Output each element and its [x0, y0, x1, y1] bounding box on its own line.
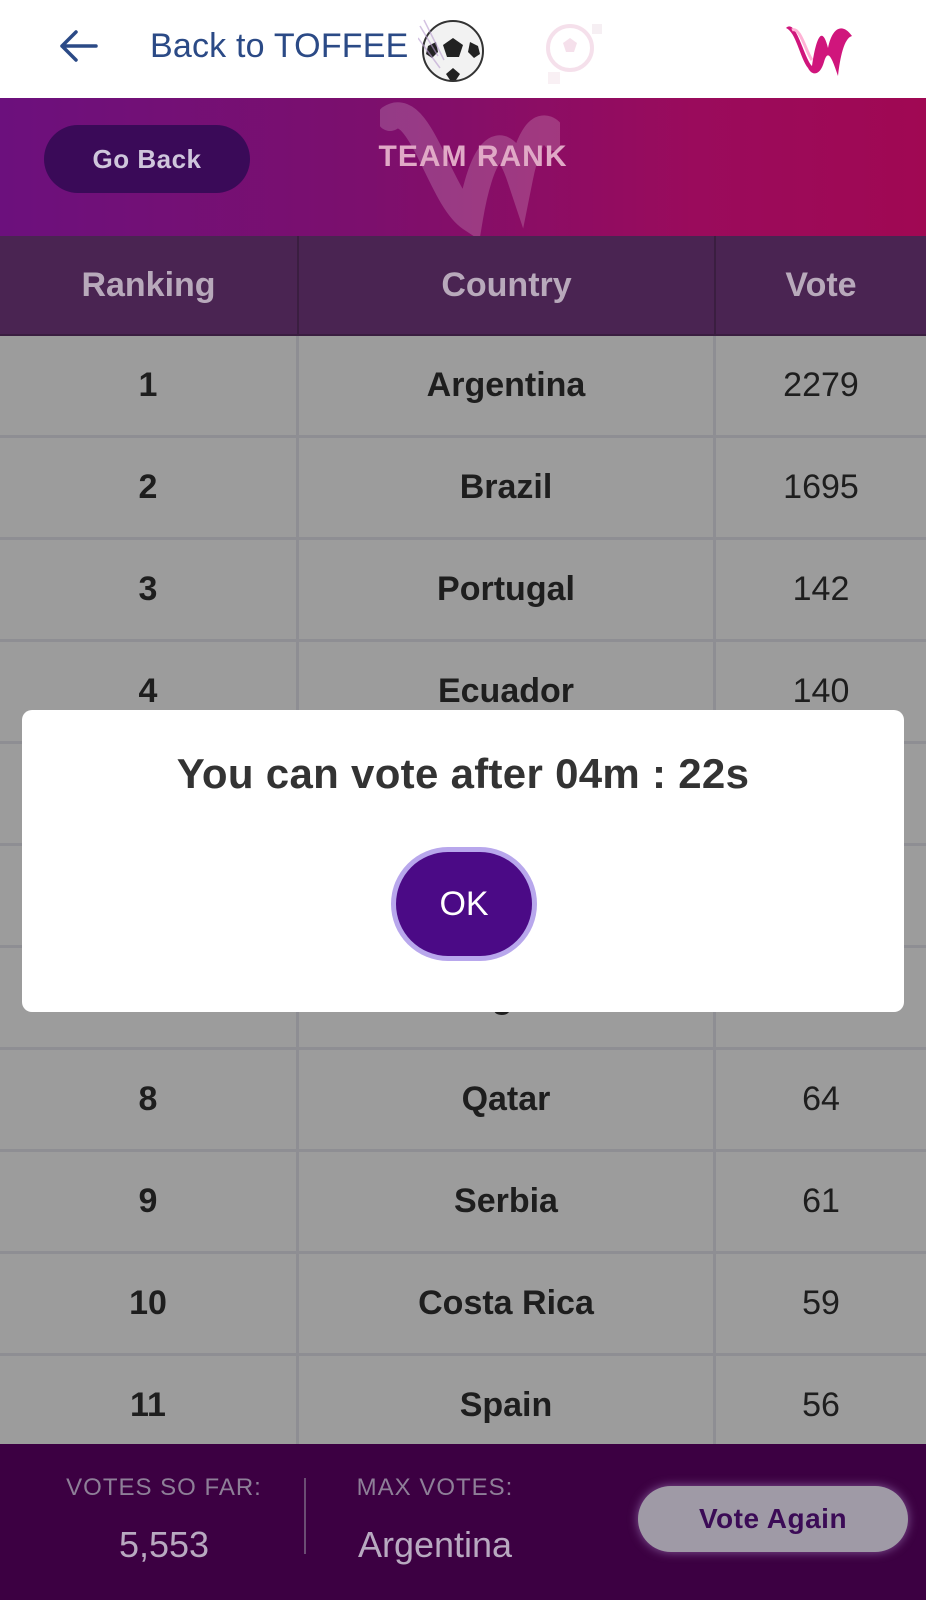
vote-cell: 64	[802, 1080, 840, 1118]
rank-cell: 1	[0, 336, 299, 435]
header-ranking: Ranking	[0, 236, 299, 334]
rank-cell: 2	[0, 438, 299, 537]
brand-logo-icon[interactable]	[782, 18, 856, 78]
vote-again-button[interactable]: Vote Again	[638, 1486, 908, 1552]
vote-cell: 56	[802, 1386, 840, 1424]
header-vote: Vote	[785, 265, 857, 304]
vote-cooldown-dialog: You can vote after 04m : 22s OK	[22, 710, 904, 1012]
rank-cell: 3	[0, 540, 299, 639]
table-row: 11 Spain 56	[0, 1356, 926, 1458]
table-header-row: Ranking Country Vote	[0, 236, 926, 336]
ok-button[interactable]: OK	[396, 852, 532, 956]
max-votes-value: Argentina	[357, 1524, 513, 1565]
rank-cell: 10	[0, 1254, 299, 1353]
max-votes-label: MAX VOTES:	[356, 1474, 514, 1501]
table-row: 3 Portugal 142	[0, 540, 926, 642]
country-cell: Argentina	[299, 336, 716, 435]
cooldown-message: You can vote after 04m : 22s	[176, 750, 750, 797]
table-row: 2 Brazil 1695	[0, 438, 926, 540]
votes-so-far-label: VOTES SO FAR:	[66, 1474, 262, 1501]
country-cell: Spain	[299, 1356, 716, 1455]
rank-cell: 8	[0, 1050, 299, 1149]
top-bar: Back to TOFFEE	[0, 0, 926, 98]
vote-cell: 61	[802, 1182, 840, 1220]
votes-so-far-value: 5,553	[118, 1524, 210, 1565]
vote-cell: 1695	[783, 468, 859, 506]
vote-cell: 59	[802, 1284, 840, 1322]
country-cell: Serbia	[299, 1152, 716, 1251]
country-cell: Qatar	[299, 1050, 716, 1149]
header-country: Country	[299, 236, 716, 334]
vote-cell: 142	[792, 570, 850, 608]
footer-divider	[304, 1478, 306, 1554]
page-title: TEAM RANK	[378, 140, 568, 173]
go-back-button[interactable]: Go Back	[44, 125, 250, 193]
soccer-ball-icon	[418, 19, 484, 82]
country-cell: Portugal	[299, 540, 716, 639]
table-row: 9 Serbia 61	[0, 1152, 926, 1254]
back-to-toffee-link[interactable]: Back to TOFFEE	[150, 24, 409, 68]
table-row: 8 Qatar 64	[0, 1050, 926, 1152]
table-row: 10 Costa Rica 59	[0, 1254, 926, 1356]
vote-cell: 2279	[783, 366, 859, 404]
votes-footer: VOTES SO FAR: 5,553 MAX VOTES: Argentina…	[0, 1444, 926, 1600]
rank-cell: 11	[0, 1356, 299, 1455]
country-cell: Brazil	[299, 438, 716, 537]
back-arrow-icon[interactable]	[56, 24, 100, 68]
table-row: 1 Argentina 2279	[0, 336, 926, 438]
soccer-ball-ghost-icon	[546, 24, 602, 84]
team-rank-banner: Go Back TEAM RANK	[0, 98, 926, 236]
rank-cell: 9	[0, 1152, 299, 1251]
country-cell: Costa Rica	[299, 1254, 716, 1353]
